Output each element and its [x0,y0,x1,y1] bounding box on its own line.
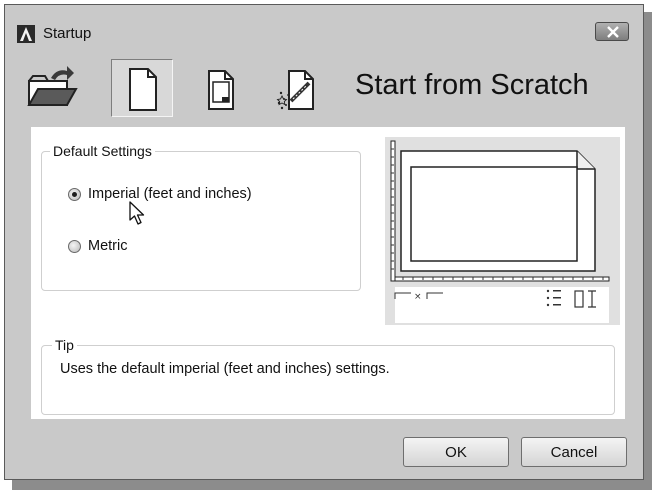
imperial-radio-label[interactable]: Imperial (feet and inches) [88,186,252,202]
tip-text: Uses the default imperial (feet and inch… [60,361,390,377]
open-folder-icon [27,66,78,106]
startup-dialog: Startup Start from Scratch Default Setti… [4,4,644,480]
settings-panel: Default Settings Imperial (feet and inch… [31,127,625,419]
open-drawing-button[interactable] [21,59,83,117]
close-icon [607,26,619,38]
preview-x-symbol: × [414,292,422,302]
blank-page-icon [129,68,157,111]
startup-toolbar: Start from Scratch [5,53,643,125]
drawing-preview: × [385,137,620,325]
imperial-radio[interactable] [68,188,81,201]
drawing-preview-icon: × [390,140,610,323]
template-page-icon [208,70,234,110]
close-button[interactable] [595,22,629,41]
default-settings-legend: Default Settings [50,143,155,159]
ok-button[interactable]: OK [403,437,509,467]
start-from-scratch-button[interactable] [111,59,173,117]
cancel-button[interactable]: Cancel [521,437,627,467]
mouse-pointer-icon [129,201,145,225]
wizard-page-icon [276,70,314,110]
mode-heading: Start from Scratch [355,69,589,101]
metric-radio-label[interactable]: Metric [88,238,127,254]
tip-group: Tip Uses the default imperial (feet and … [41,337,615,415]
window-title: Startup [43,25,92,42]
default-settings-group: Default Settings Imperial (feet and inch… [41,143,361,291]
autocad-app-icon [17,25,35,43]
use-wizard-button[interactable] [269,59,331,117]
use-template-button[interactable] [193,59,255,117]
metric-radio[interactable] [68,240,81,253]
tip-legend: Tip [52,337,77,353]
title-bar[interactable]: Startup [5,5,643,49]
